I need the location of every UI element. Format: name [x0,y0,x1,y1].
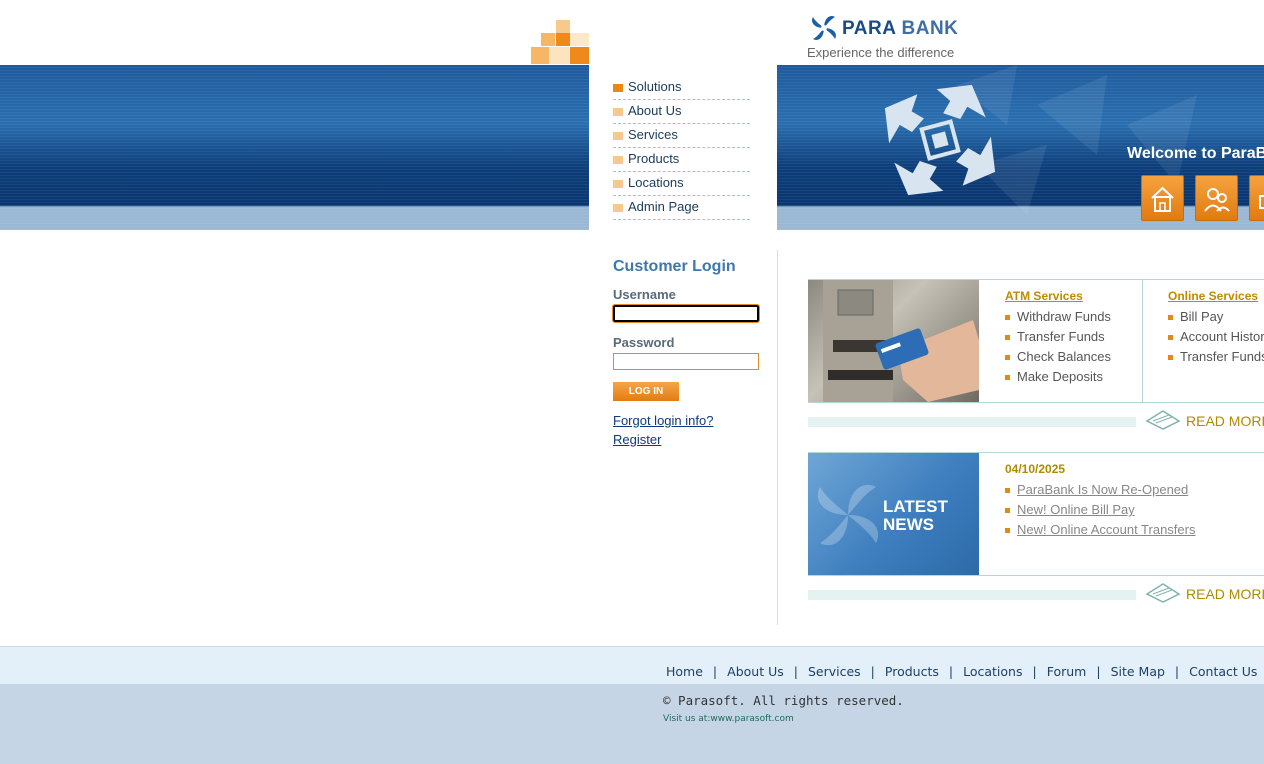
services-panel: ATM Services Withdraw Funds Transfer Fun… [808,279,1264,403]
bullet-icon [613,180,623,188]
home-icon [1151,186,1174,212]
online-services-section: Online Services Bill Pay Account History… [1168,289,1264,367]
atm-services-heading: ATM Services [1005,289,1083,303]
news-panel: LATEST NEWS 04/10/2025 ParaBank Is Now R… [808,452,1264,576]
menu-item-label[interactable]: Services [628,125,678,145]
menu-item-services[interactable]: Services [613,125,750,148]
login-button[interactable]: LOG IN [613,382,679,401]
footer-link-locations[interactable]: Locations [963,664,1022,679]
footer-link-home[interactable]: Home [666,664,703,679]
left-menu: Solutions About Us Services Products Loc… [613,77,750,221]
bullet-icon [613,156,623,164]
read-more-bar [808,417,1136,427]
footer-separator: | [1032,664,1037,679]
footer-separator: | [948,664,954,679]
footer-separator: | [1174,664,1180,679]
news-item-link[interactable]: New! Online Account Transfers [1005,520,1195,540]
read-more-bar [808,590,1136,600]
menu-item-admin-page[interactable]: Admin Page [613,197,750,220]
footer-link-about-us[interactable]: About Us [727,664,784,679]
menu-item-solutions: Solutions [613,77,750,100]
bullet-icon [613,108,623,116]
news-image-title-line1: LATEST [883,497,948,516]
news-read-more-link[interactable]: READ MORE [1186,586,1264,602]
brand-name-part2: BANK [901,18,959,39]
bullet-icon [613,204,623,212]
brand-tagline: Experience the difference [807,45,955,60]
forgot-login-link[interactable]: Forgot login info? [613,413,713,428]
news-item-link[interactable]: ParaBank Is Now Re-Opened [1005,480,1195,500]
content-divider [777,250,778,625]
latest-news-image: LATEST NEWS [808,453,979,575]
register-link[interactable]: Register [613,432,661,447]
online-services-heading: Online Services [1168,289,1259,303]
username-input[interactable] [612,304,760,323]
online-item: Bill Pay [1168,307,1264,327]
services-divider [1142,280,1143,402]
footer-separator: | [793,664,798,679]
copyright-text: © Parasoft. All rights reserved. [663,693,904,708]
footer-separator: | [712,664,718,679]
footer-separator: | [1096,664,1101,679]
brand-logo-text[interactable]: PARA BANK [842,18,958,40]
username-label: Username [613,287,676,302]
news-item-link[interactable]: New! Online Bill Pay [1005,500,1195,520]
online-item: Account History [1168,327,1264,347]
bullet-icon [613,132,623,140]
customer-login-title: Customer Login [613,258,736,275]
footer-separator: | [870,664,875,679]
atm-image [808,280,979,402]
menu-item-label[interactable]: About Us [628,101,681,121]
people-icon [1204,188,1230,212]
logo-icon[interactable] [808,12,840,49]
contact-icon [1259,195,1264,209]
menu-item-products[interactable]: Products [613,149,750,172]
read-more-icon [1145,580,1181,609]
footer-bottom: © Parasoft. All rights reserved. Visit u… [0,684,1264,764]
home-button[interactable] [1141,175,1184,221]
brand-name-part1: PARA [842,18,896,39]
online-item: Transfer Funds [1168,347,1264,367]
menu-item-locations[interactable]: Locations [613,173,750,196]
menu-item-label[interactable]: Products [628,149,679,169]
services-read-more-link[interactable]: READ MORE [1186,413,1264,429]
password-input[interactable] [613,353,759,370]
news-image-title-line2: NEWS [883,515,934,534]
footer-nav: Home | About Us | Services | Products | Location… [0,646,1264,685]
footer-link-forum[interactable]: Forum [1047,664,1087,679]
header-banner-left [0,65,589,230]
about-button[interactable] [1195,175,1238,221]
news-section: 04/10/2025 ParaBank Is Now Re-Opened New… [1005,462,1195,540]
password-label: Password [613,335,675,350]
menu-item-label: Solutions [628,79,682,94]
menu-item-about-us[interactable]: About Us [613,101,750,124]
atm-services-section: ATM Services Withdraw Funds Transfer Fun… [1005,289,1111,387]
footer-link-products[interactable]: Products [885,664,939,679]
footer-link-site-map[interactable]: Site Map [1111,664,1165,679]
atm-item: Transfer Funds [1005,327,1111,347]
visit-us-line: Visit us at:www.parasoft.com [663,714,794,724]
atm-item: Make Deposits [1005,367,1111,387]
read-more-icon [1145,407,1181,436]
atm-item: Withdraw Funds [1005,307,1111,327]
menu-item-label[interactable]: Locations [628,173,684,193]
footer-link-services[interactable]: Services [808,664,861,679]
menu-item-label[interactable]: Admin Page [628,197,699,217]
news-date: 04/10/2025 [1005,462,1066,476]
footer-links-row: Home | About Us | Services | Products | Location… [666,663,1257,681]
visit-us-prefix: Visit us at: [663,714,711,724]
atm-item: Check Balances [1005,347,1111,367]
bullet-icon [613,84,623,92]
contact-button[interactable] [1249,175,1264,221]
parasoft-link[interactable]: www.parasoft.com [710,714,793,724]
footer-link-contact-us[interactable]: Contact Us [1189,664,1257,679]
welcome-text: Welcome to ParaB [1127,145,1264,162]
